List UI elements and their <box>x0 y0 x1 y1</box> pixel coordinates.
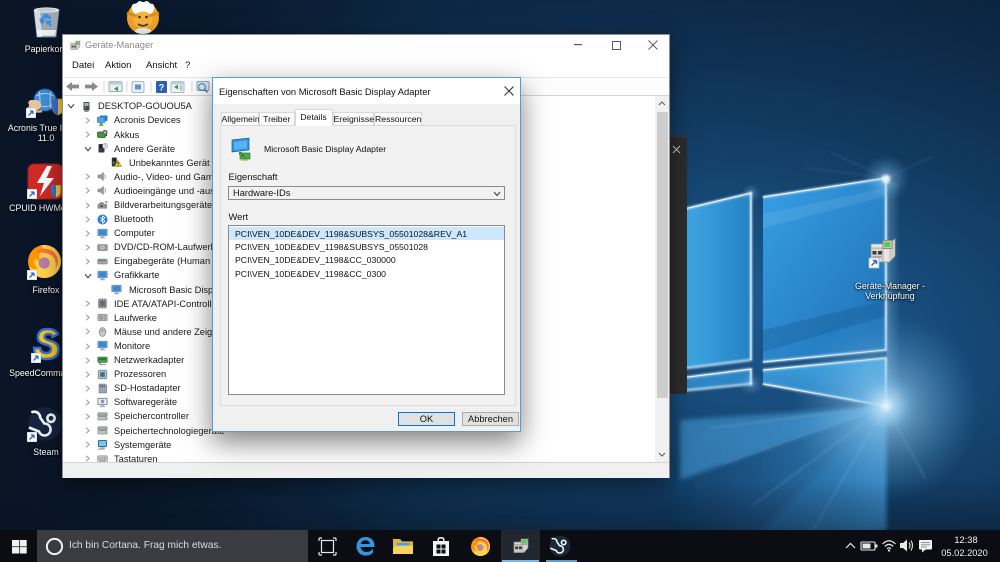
svg-text:?: ? <box>159 83 165 93</box>
